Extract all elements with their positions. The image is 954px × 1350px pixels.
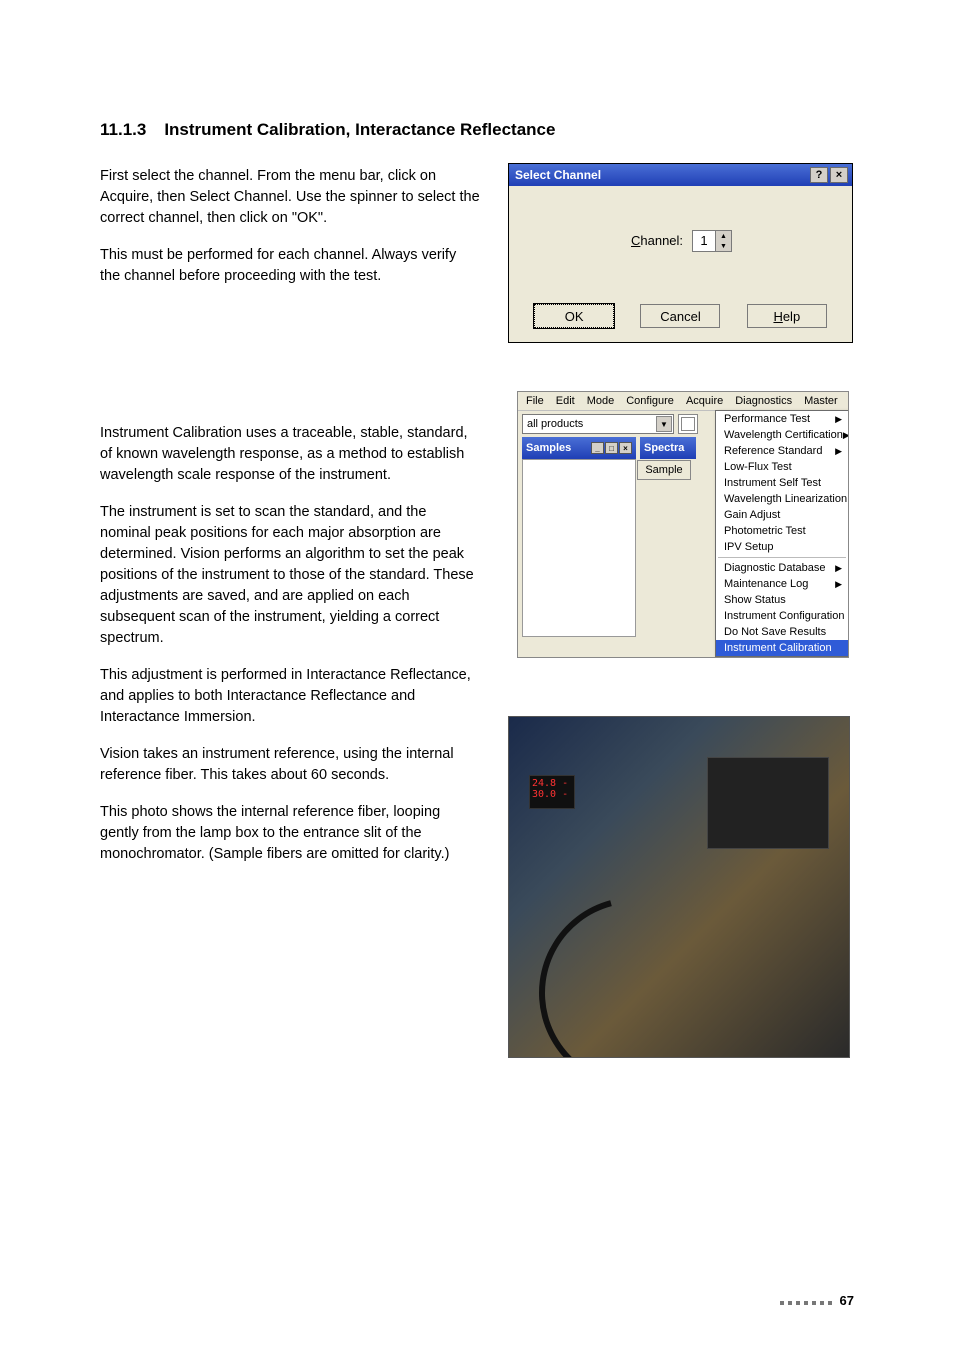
paragraph: This must be performed for each channel.… <box>100 245 480 287</box>
dialog-title: Select Channel <box>515 168 601 182</box>
channel-label: Channel: <box>631 233 683 248</box>
diagnostics-dropdown: Performance Test▶ Wavelength Certificati… <box>715 410 849 657</box>
menuitem-wavelength-certification[interactable]: Wavelength Certification▶ <box>716 427 848 443</box>
ok-button[interactable]: OK <box>534 304 614 328</box>
menu-diagnostics[interactable]: Diagnostics <box>730 394 797 408</box>
menu-mode[interactable]: Mode <box>582 394 620 408</box>
close-icon[interactable]: × <box>619 442 632 454</box>
menuitem-maintenance-log[interactable]: Maintenance Log▶ <box>716 576 848 592</box>
menuitem-do-not-save-results[interactable]: Do Not Save Results <box>716 624 848 640</box>
menuitem-reference-standard[interactable]: Reference Standard▶ <box>716 443 848 459</box>
spinner-up-icon[interactable]: ▲ <box>716 231 731 241</box>
heading-number: 11.1.3 <box>100 120 146 140</box>
page-number: 67 <box>840 1293 854 1308</box>
paragraph: Instrument Calibration uses a traceable,… <box>100 423 480 486</box>
heading-title: Instrument Calibration, Interactance Ref… <box>164 120 555 139</box>
products-combo[interactable]: all products ▼ <box>522 414 674 434</box>
menuitem-low-flux-test[interactable]: Low-Flux Test <box>716 459 848 475</box>
samples-subwindow-title: Samples _□× <box>522 437 636 459</box>
menuitem-diagnostic-database[interactable]: Diagnostic Database▶ <box>716 560 848 576</box>
menuitem-wavelength-linearization[interactable]: Wavelength Linearization <box>716 491 848 507</box>
help-icon[interactable]: ? <box>810 167 828 183</box>
sample-tab[interactable]: Sample <box>637 460 691 480</box>
paragraph: This adjustment is performed in Interact… <box>100 665 480 728</box>
menuitem-gain-adjust[interactable]: Gain Adjust <box>716 507 848 523</box>
menu-view[interactable]: View <box>845 394 849 408</box>
menuitem-photometric-test[interactable]: Photometric Test <box>716 523 848 539</box>
menuitem-show-status[interactable]: Show Status <box>716 592 848 608</box>
spinner-down-icon[interactable]: ▼ <box>716 241 731 251</box>
menuitem-performance-test[interactable]: Performance Test▶ <box>716 411 848 427</box>
menu-acquire[interactable]: Acquire <box>681 394 728 408</box>
channel-value[interactable]: 1 <box>692 230 716 252</box>
combo-value: all products <box>527 418 583 430</box>
menuitem-instrument-self-test[interactable]: Instrument Self Test <box>716 475 848 491</box>
paragraph: First select the channel. From the menu … <box>100 166 480 229</box>
menu-master[interactable]: Master <box>799 394 843 408</box>
dialog-titlebar: Select Channel ? × <box>509 164 852 186</box>
menu-edit[interactable]: Edit <box>551 394 580 408</box>
menu-bar: File Edit Mode Configure Acquire Diagnos… <box>518 392 848 411</box>
instrument-photo: 24.8 - 30.0 - <box>508 716 850 1058</box>
menu-file[interactable]: File <box>521 394 549 408</box>
footer-dots-icon <box>780 1293 836 1308</box>
close-icon[interactable]: × <box>830 167 848 183</box>
menuitem-instrument-calibration[interactable]: Instrument Calibration <box>716 640 848 656</box>
page-footer: 67 <box>780 1293 854 1308</box>
section-heading: 11.1.3 Instrument Calibration, Interactan… <box>100 120 854 140</box>
spectra-subwindow-title: Spectra <box>640 437 696 459</box>
chevron-down-icon[interactable]: ▼ <box>656 416 672 432</box>
paragraph: Vision takes an instrument reference, us… <box>100 744 480 786</box>
help-button[interactable]: Help <box>747 304 827 328</box>
new-document-icon[interactable] <box>678 414 698 434</box>
cancel-button[interactable]: Cancel <box>640 304 720 328</box>
app-window-screenshot: File Edit Mode Configure Acquire Diagnos… <box>517 391 849 658</box>
paragraph: The instrument is set to scan the standa… <box>100 502 480 649</box>
paragraph: This photo shows the internal reference … <box>100 802 480 865</box>
menuitem-ipv-setup[interactable]: IPV Setup <box>716 539 848 555</box>
body-text-column: First select the channel. From the menu … <box>100 166 480 865</box>
temperature-display: 24.8 - 30.0 - <box>529 775 575 809</box>
minimize-icon[interactable]: _ <box>591 442 604 454</box>
samples-panel: Sample <box>522 459 636 637</box>
channel-spinner[interactable]: 1 ▲ ▼ <box>692 230 732 252</box>
select-channel-dialog: Select Channel ? × Channel: 1 ▲ ▼ OK Can… <box>508 163 853 343</box>
menu-configure[interactable]: Configure <box>621 394 679 408</box>
menuitem-instrument-configuration[interactable]: Instrument Configuration <box>716 608 848 624</box>
maximize-icon[interactable]: □ <box>605 442 618 454</box>
